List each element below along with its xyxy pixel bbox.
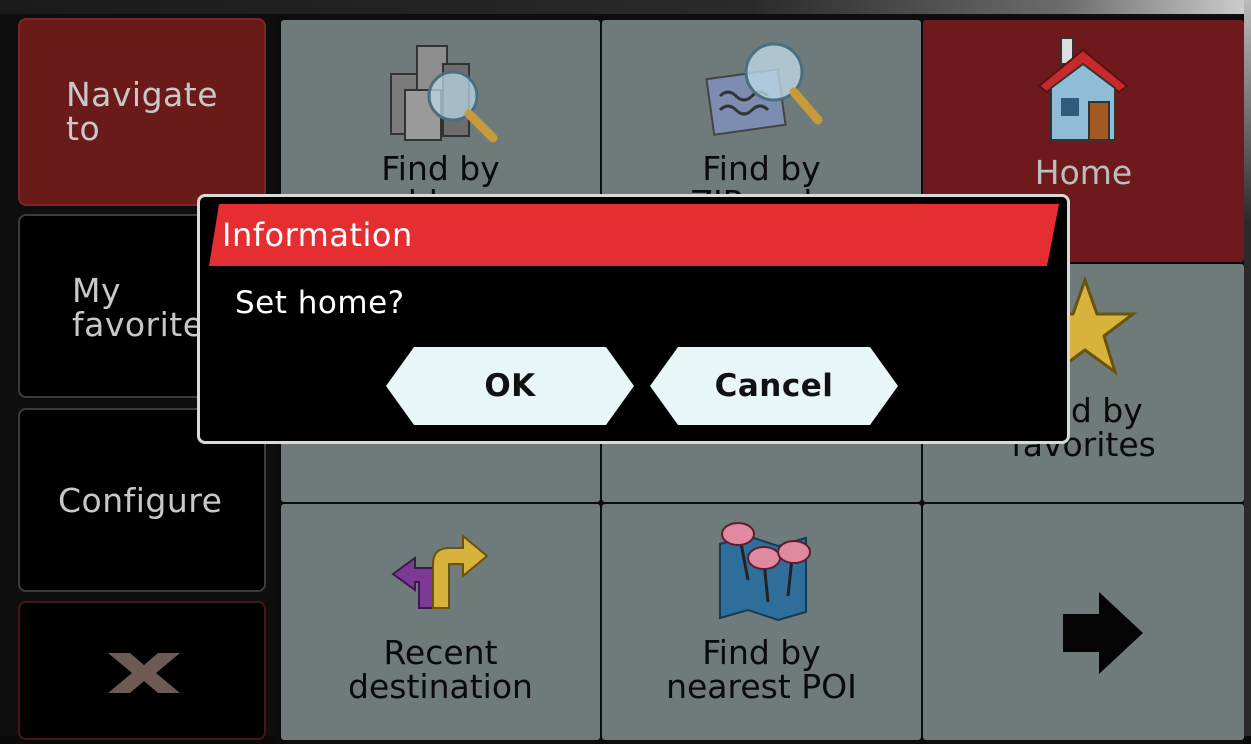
recent-destination-label: Recent destination [348, 633, 533, 706]
cancel-button[interactable]: Cancel [650, 347, 898, 425]
map-pins-icon [719, 522, 811, 622]
navigate-to-label: Navigate to [66, 75, 219, 148]
configure-label: Configure [58, 481, 223, 520]
device-frame-top [0, 0, 1251, 14]
home-label: Home [1034, 153, 1133, 192]
city-search-icon [390, 45, 498, 143]
recent-destination-tile[interactable]: Recent destination [281, 504, 600, 740]
house-icon [1037, 37, 1129, 141]
information-dialog: Information Set home? OK Cancel [197, 194, 1070, 444]
dialog-title: Information [222, 216, 413, 254]
close-button[interactable] [18, 601, 266, 740]
device-frame-right [1244, 0, 1251, 744]
ok-button[interactable]: OK [386, 347, 634, 425]
arrow-right-icon [1063, 592, 1143, 674]
dialog-message: Set home? [235, 285, 405, 321]
find-by-nearest-poi-label: Find by nearest POI [666, 633, 857, 706]
navigate-to-button[interactable]: Navigate to [18, 18, 266, 206]
close-icon [108, 653, 180, 693]
find-by-nearest-poi-tile[interactable]: Find by nearest POI [602, 504, 921, 740]
next-page-tile[interactable] [923, 504, 1244, 740]
turn-arrows-icon [391, 533, 489, 609]
zip-search-icon [705, 42, 823, 136]
